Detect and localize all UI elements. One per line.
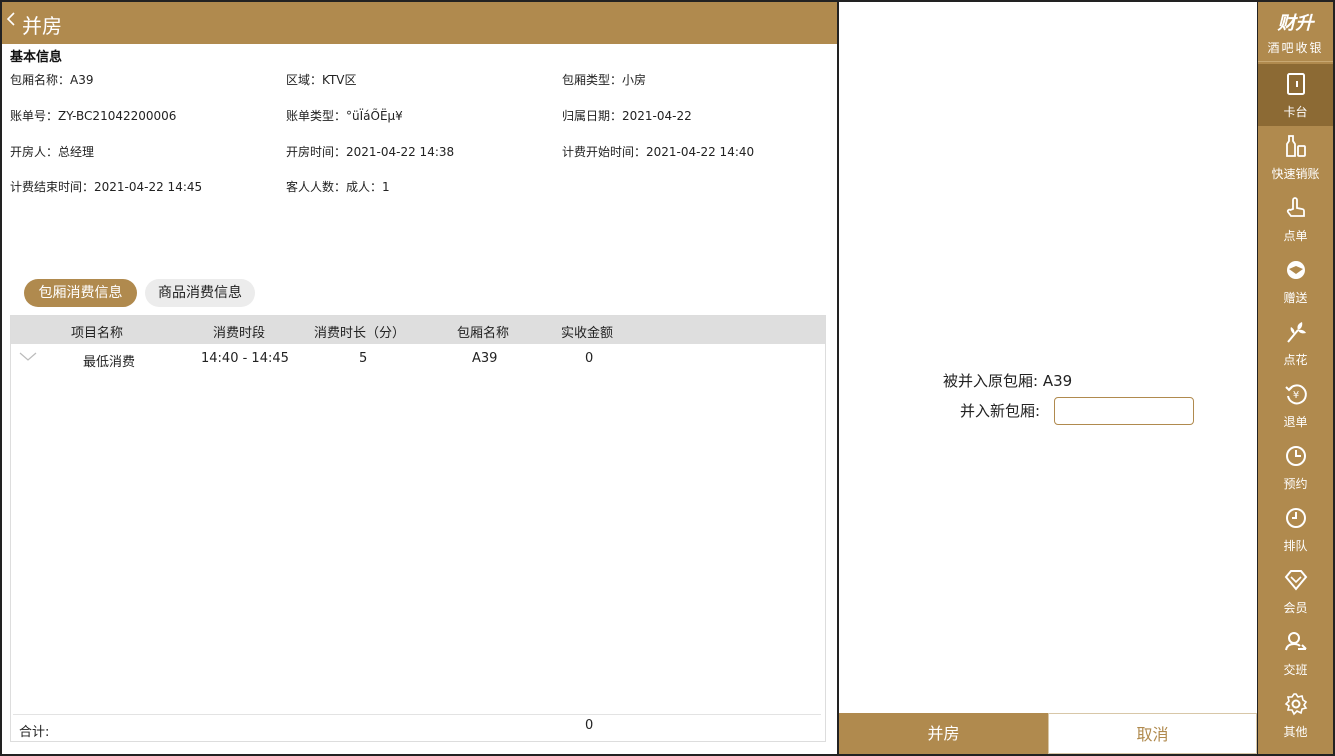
col-amount: 实收金额 [561, 326, 614, 341]
row-item-name: 最低消费 [83, 355, 136, 370]
queue-icon [1286, 508, 1306, 528]
col-duration: 消费时长（分） [314, 326, 406, 341]
row-room-name: A39 [472, 351, 498, 366]
sidebar-item-order[interactable]: 点单 [1258, 188, 1333, 250]
guests-info: 客人人数：成人：1 [286, 180, 390, 194]
bill-no-info: 账单号：ZY-BC21042200006 [10, 109, 177, 123]
right-sidebar: 财升 酒吧收银 卡台 快速销账 点单 赠送 点花 ¥ 退单 预约 排队 会员 交… [1258, 2, 1333, 754]
billing-start-info: 计费开始时间：2021-04-22 14:40 [562, 145, 755, 159]
door-icon [1287, 73, 1305, 95]
sidebar-item-label: 预约 [1283, 477, 1308, 491]
sidebar-item-label: 其他 [1283, 725, 1308, 739]
room-detail-panel: 并房 基本信息 包厢名称：A39 区域：KTV区 包厢类型：小房 账单号：ZY-… [2, 2, 837, 754]
consumption-table: 项目名称 消费时段 消费时长（分） 包厢名称 实收金额 最低消费 14:40 -… [10, 315, 826, 742]
original-room-label: 被并入原包厢: [943, 372, 1039, 390]
sidebar-item-label: 快速销账 [1271, 167, 1320, 181]
col-period: 消费时段 [213, 326, 266, 341]
brand-logo: 财升 酒吧收银 [1258, 2, 1333, 62]
page-header: 并房 [2, 2, 837, 44]
basic-info-title: 基本信息 [10, 50, 63, 65]
brand-subtitle: 酒吧收银 [1267, 41, 1324, 55]
shift-icon [1285, 632, 1307, 651]
sidebar-item-label: 点花 [1283, 353, 1308, 367]
sidebar-item-label: 排队 [1283, 539, 1308, 553]
total-divider [13, 714, 821, 715]
cancel-button[interactable]: 取消 [1048, 713, 1257, 754]
original-room-row: 被并入原包厢: A39 [943, 370, 1072, 391]
chevron-down-icon[interactable] [19, 352, 37, 362]
sidebar-item-label: 卡台 [1283, 105, 1308, 119]
clock-icon [1286, 446, 1306, 466]
tab-room-consumption[interactable]: 包厢消费信息 [24, 279, 137, 307]
sidebar-item-label: 退单 [1283, 415, 1308, 429]
new-room-input[interactable] [1054, 397, 1194, 425]
bill-type-info: 账单类型：°üÏáÕËµ¥ [286, 109, 403, 123]
row-period: 14:40 - 14:45 [201, 351, 289, 366]
sidebar-item-shift[interactable]: 交班 [1258, 622, 1333, 684]
flower-icon [1287, 322, 1306, 343]
sidebar-item-gift[interactable]: 赠送 [1258, 250, 1333, 312]
finger-icon [1286, 197, 1305, 217]
sidebar-item-label: 赠送 [1283, 291, 1308, 305]
sidebar-item-reservation[interactable]: 预约 [1258, 436, 1333, 498]
merge-button[interactable]: 并房 [839, 713, 1048, 754]
opener-info: 开房人：总经理 [10, 145, 95, 159]
open-time-info: 开房时间：2021-04-22 14:38 [286, 145, 455, 159]
total-value: 0 [585, 718, 594, 733]
sidebar-item-flower[interactable]: 点花 [1258, 312, 1333, 374]
chevron-left-icon [6, 12, 15, 26]
table-header: 项目名称 消费时段 消费时长（分） 包厢名称 实收金额 [11, 316, 825, 344]
col-item-name: 项目名称 [71, 326, 124, 341]
row-amount: 0 [585, 351, 594, 366]
sidebar-item-other[interactable]: 其他 [1258, 684, 1333, 746]
bottle-icon [1286, 135, 1306, 157]
gear-icon [1284, 693, 1308, 716]
sidebar-item-card-table[interactable]: 卡台 [1258, 64, 1333, 126]
original-room-value: A39 [1042, 372, 1073, 390]
new-room-label: 并入新包厢: [960, 402, 1041, 420]
belong-date-info: 归属日期：2021-04-22 [562, 109, 692, 123]
refund-icon: ¥ [1285, 384, 1307, 405]
tab-goods-consumption[interactable]: 商品消费信息 [145, 279, 255, 307]
sidebar-item-label: 会员 [1283, 601, 1308, 615]
diamond-icon [1284, 570, 1308, 591]
sidebar-item-quick-writeoff[interactable]: 快速销账 [1258, 126, 1333, 188]
sidebar-item-member[interactable]: 会员 [1258, 560, 1333, 622]
gift-icon [1287, 261, 1305, 279]
back-button[interactable] [6, 11, 16, 32]
sidebar-item-label: 点单 [1283, 229, 1308, 243]
page-title: 并房 [22, 14, 62, 38]
merge-panel: 被并入原包厢: A39 并入新包厢: 并房 取消 [839, 2, 1257, 754]
sidebar-item-refund[interactable]: ¥ 退单 [1258, 374, 1333, 436]
col-room-name: 包厢名称 [457, 326, 510, 341]
svg-text:¥: ¥ [1293, 390, 1299, 401]
room-name-info: 包厢名称：A39 [10, 73, 94, 87]
sidebar-item-queue[interactable]: 排队 [1258, 498, 1333, 560]
app-frame: 并房 基本信息 包厢名称：A39 区域：KTV区 包厢类型：小房 账单号：ZY-… [0, 0, 1335, 756]
row-duration: 5 [359, 351, 368, 366]
billing-end-info: 计费结束时间：2021-04-22 14:45 [10, 180, 203, 194]
total-label: 合计: [19, 725, 50, 740]
area-info: 区域：KTV区 [286, 73, 357, 87]
sidebar-item-label: 交班 [1283, 663, 1308, 677]
brand-name: 财升 [1277, 13, 1314, 34]
room-type-info: 包厢类型：小房 [562, 73, 647, 87]
